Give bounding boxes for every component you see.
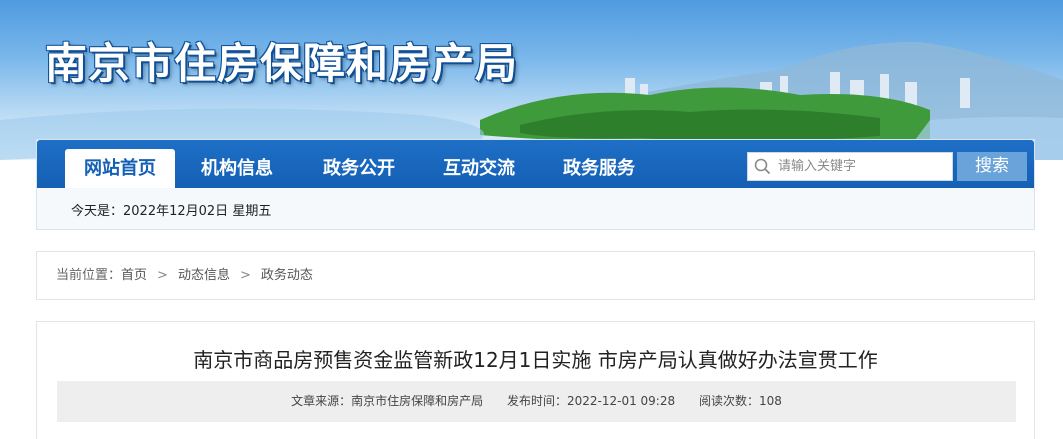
- published-value: 2022-12-01 09:28: [566, 394, 676, 408]
- article-views: 阅读次数：108: [699, 381, 782, 422]
- current-date: 今天是：2022年12月02日 星期五: [71, 200, 271, 219]
- nav-item-home[interactable]: 网站首页: [65, 149, 175, 188]
- site-title: 南京市住房保障和房产局: [45, 39, 519, 88]
- breadcrumb: 当前位置：首页 > 动态信息 > 政务动态: [36, 251, 1035, 300]
- search-button[interactable]: 搜索: [957, 152, 1027, 181]
- source-value: 南京市住房保障和房产局: [351, 394, 484, 408]
- article-title: 南京市商品房预售资金监管新政12月1日实施 市房产局认真做好办法宣贯工作: [193, 348, 878, 372]
- today-date: 2022年12月02日: [123, 204, 229, 219]
- published-label: 发布时间：: [506, 394, 567, 408]
- search-box: [747, 152, 953, 181]
- nav-item-interaction[interactable]: 互动交流: [429, 149, 529, 188]
- main-nav: 网站首页 机构信息 政务公开 互动交流 政务服务 搜索: [37, 140, 1034, 188]
- source-label: 文章来源：: [291, 394, 352, 408]
- article: 南京市商品房预售资金监管新政12月1日实施 市房产局认真做好办法宣贯工作 文章来…: [36, 321, 1035, 439]
- search-icon: [754, 158, 771, 179]
- nav-item-organization[interactable]: 机构信息: [187, 149, 287, 188]
- views-label: 阅读次数：: [698, 394, 759, 408]
- nav-panel: 网站首页 机构信息 政务公开 互动交流 政务服务 搜索 今天是：2022年12月…: [36, 139, 1035, 230]
- header-banner: 南京市住房保障和房产局: [0, 0, 1063, 160]
- breadcrumb-news[interactable]: 动态信息: [178, 252, 230, 299]
- today-weekday: 星期五: [232, 204, 272, 219]
- views-value: 108: [758, 394, 782, 408]
- today-label: 今天是：: [71, 204, 124, 219]
- breadcrumb-home[interactable]: 首页: [121, 252, 147, 299]
- nav-item-services[interactable]: 政务服务: [549, 149, 649, 188]
- article-published: 发布时间：2022-12-01 09:28: [507, 381, 675, 422]
- search-input[interactable]: [778, 153, 948, 180]
- breadcrumb-prefix: 当前位置：: [56, 268, 122, 283]
- chevron-right-icon: >: [157, 268, 168, 283]
- nav-item-government-affairs[interactable]: 政务公开: [309, 149, 409, 188]
- article-source: 文章来源：南京市住房保障和房产局: [291, 381, 483, 422]
- breadcrumb-government-news[interactable]: 政务动态: [261, 252, 313, 299]
- article-meta: 文章来源：南京市住房保障和房产局 发布时间：2022-12-01 09:28 阅…: [57, 381, 1016, 422]
- chevron-right-icon: >: [239, 268, 251, 283]
